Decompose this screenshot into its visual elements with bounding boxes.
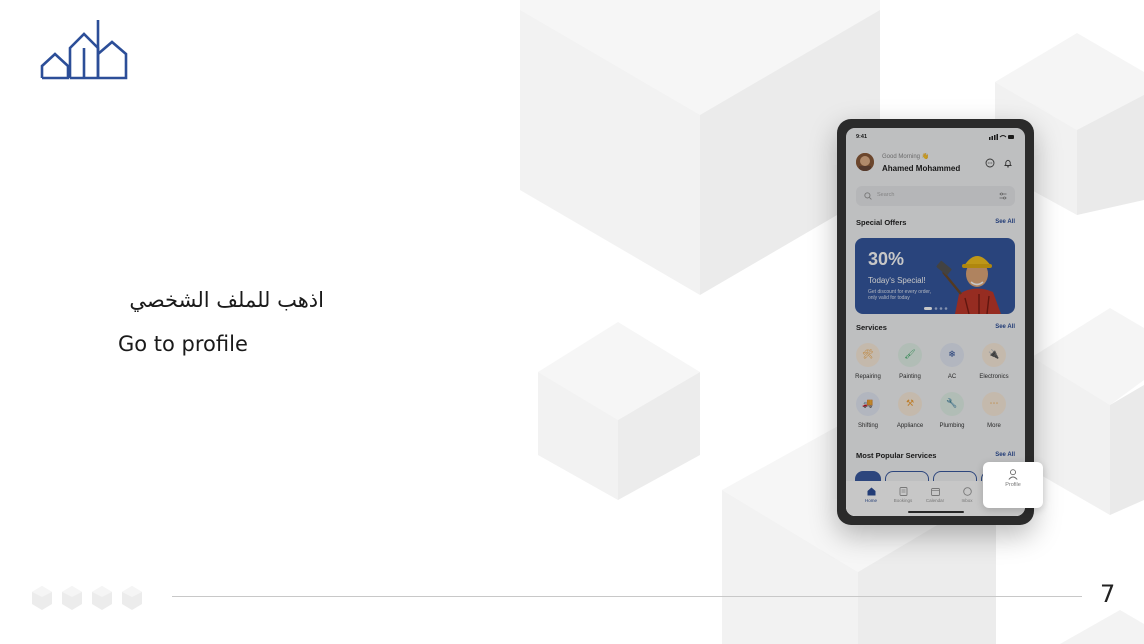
ac-icon: ❄: [940, 343, 964, 367]
special-offer-banner[interactable]: 30% Today's Special! Get discount for ev…: [855, 238, 1015, 314]
company-logo: [40, 20, 128, 80]
instruction-english: Go to profile: [118, 332, 248, 356]
service-glyph: 🛠: [862, 350, 874, 360]
avatar[interactable]: [856, 153, 874, 171]
service-label: AC: [947, 374, 957, 380]
service-label: Repairing: [855, 374, 881, 380]
more-icon: ⋯: [982, 392, 1006, 416]
home-indicator: [908, 511, 964, 513]
status-icons: [989, 134, 1014, 140]
plug-icon: 🔌: [982, 343, 1006, 367]
tools-icon: 🛠: [856, 343, 880, 367]
service-glyph: 🔌: [988, 350, 1000, 360]
profile-label: Profile: [1005, 482, 1021, 488]
nav-bookings[interactable]: Bookings: [891, 487, 915, 503]
search-input[interactable]: Search: [856, 186, 1015, 206]
paint-roller-icon: 🖌: [898, 343, 922, 367]
service-label: Plumbing: [939, 423, 965, 429]
service-more[interactable]: ⋯ More: [976, 392, 1012, 429]
chat-icon[interactable]: [985, 158, 995, 168]
offer-discount: 30%: [868, 249, 905, 269]
service-glyph: ⋯: [989, 399, 999, 409]
service-label: More: [987, 423, 1001, 429]
footer-divider: [172, 596, 1082, 597]
service-ac[interactable]: ❄ AC: [934, 343, 970, 380]
service-label: Shifting: [857, 423, 878, 429]
service-glyph: 🔧: [946, 399, 958, 409]
footer-cube-decoration: [32, 586, 142, 610]
app-screen: 9:41 Good Morning 👋 Ahamed Mohammed Sear…: [846, 128, 1025, 516]
instruction-arabic: اذهب للملف الشخصي: [129, 288, 324, 312]
worker-photo: [936, 256, 1001, 314]
service-electronics[interactable]: 🔌 Electronics: [976, 343, 1012, 380]
search-placeholder: Search: [877, 192, 895, 198]
profile-tab-highlight[interactable]: Profile: [983, 462, 1043, 508]
service-glyph: ⚒: [905, 399, 915, 409]
offer-description: Get discount for every order, only valid…: [868, 289, 932, 301]
nav-calendar[interactable]: Calendar: [923, 487, 947, 503]
service-label: Appliance: [896, 423, 924, 429]
service-glyph: 🖌: [904, 350, 916, 360]
special-offers-title: Special Offers: [856, 218, 907, 227]
page-number: 7: [1100, 580, 1116, 608]
service-shifting[interactable]: 🚚 Shifting: [850, 392, 886, 429]
service-glyph: ❄: [948, 350, 956, 360]
nav-inbox[interactable]: Inbox: [955, 487, 979, 503]
inbox-icon: [962, 487, 972, 496]
popular-services-see-all[interactable]: See All: [995, 452, 1015, 458]
bookings-icon: [899, 487, 907, 496]
status-time: 9:41: [856, 134, 868, 140]
special-offers-see-all[interactable]: See All: [995, 219, 1015, 225]
popular-services-title: Most Popular Services: [856, 451, 937, 460]
search-icon: [864, 192, 872, 200]
home-icon: [867, 487, 875, 496]
greeting-text: Good Morning 👋: [882, 154, 930, 160]
nav-home[interactable]: Home: [859, 487, 883, 503]
truck-icon: 🚚: [856, 392, 880, 416]
calendar-icon: [930, 488, 940, 496]
profile-icon: [1008, 469, 1018, 480]
filter-icon[interactable]: [999, 192, 1007, 200]
service-repairing[interactable]: 🛠 Repairing: [850, 343, 886, 380]
service-label: Painting: [899, 374, 921, 380]
appliance-icon: ⚒: [898, 392, 922, 416]
service-plumbing[interactable]: 🔧 Plumbing: [934, 392, 970, 429]
wrench-icon: 🔧: [940, 392, 964, 416]
services-see-all[interactable]: See All: [995, 324, 1015, 330]
service-label: Electronics: [979, 374, 1009, 380]
service-appliance[interactable]: ⚒ Appliance: [892, 392, 928, 429]
services-title: Services: [856, 323, 887, 332]
user-name: Ahamed Mohammed: [882, 164, 961, 173]
service-glyph: 🚚: [862, 399, 874, 409]
service-painting[interactable]: 🖌 Painting: [892, 343, 928, 380]
bell-icon[interactable]: [1003, 158, 1013, 168]
offer-headline: Today's Special!: [868, 276, 926, 285]
offer-pager-dots: [924, 307, 948, 310]
